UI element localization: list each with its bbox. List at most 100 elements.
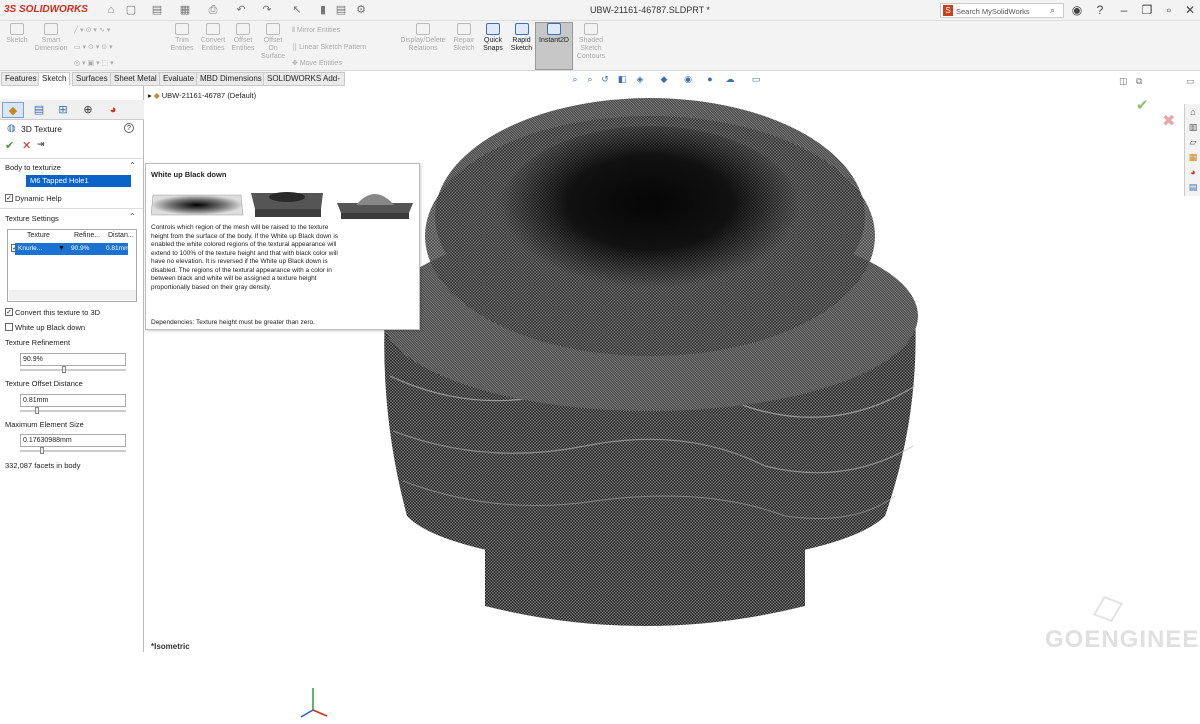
minimize-button[interactable]: –	[1117, 3, 1131, 17]
home-icon[interactable]: ⌂	[104, 3, 118, 17]
repair-sketch-button[interactable]: Repair Sketch	[450, 23, 478, 53]
view-settings-icon[interactable]: ▭	[751, 74, 761, 86]
print-icon[interactable]: ⎙	[206, 3, 220, 17]
configuration-manager-tab-icon[interactable]: ⊞	[52, 102, 74, 118]
offset-entities-button[interactable]: Offset Entities	[229, 23, 257, 53]
rectangle-tool-icon[interactable]: ▭ ▾ ⊙ ▾ ⊙ ▾	[74, 43, 113, 51]
view-pane-icon[interactable]: ◫	[1119, 76, 1128, 87]
previous-view-icon[interactable]: ↺	[600, 74, 610, 86]
redo-icon[interactable]: ↷	[260, 3, 274, 17]
zoom-area-icon[interactable]: ⌕	[585, 74, 595, 86]
horizontal-scrollbar[interactable]	[9, 290, 136, 300]
confirm-cancel-icon[interactable]: ✖	[1162, 111, 1175, 131]
max-element-size-slider[interactable]	[20, 447, 126, 454]
hide-show-icon[interactable]: ◉	[683, 74, 693, 86]
rebuild-icon[interactable]: ▮	[316, 3, 330, 17]
tooltip-body: Controls which region of the mesh will b…	[151, 224, 339, 291]
tab-sheet-metal[interactable]: Sheet Metal	[110, 72, 161, 86]
panel-close-icon[interactable]: ▭	[1186, 76, 1195, 87]
confirm-ok-icon[interactable]: ✔	[1136, 96, 1149, 114]
tab-evaluate[interactable]: Evaluate	[159, 72, 199, 86]
display-delete-relations-button[interactable]: Display/Delete Relations	[400, 23, 446, 53]
tab-addins[interactable]: SOLIDWORKS Add-Ins	[263, 72, 345, 95]
ok-icon[interactable]: ✔	[5, 139, 14, 152]
open-icon[interactable]: ▤	[150, 3, 164, 17]
white-up-black-down-checkbox[interactable]	[5, 323, 13, 331]
file-explorer-icon[interactable]: ▱	[1187, 136, 1199, 148]
slider-thumb[interactable]	[40, 447, 44, 454]
search-mysolidworks-input[interactable]: S Search MySolidWorks ⌕	[940, 3, 1064, 18]
slider-thumb[interactable]	[62, 366, 66, 373]
trim-label: Trim Entities	[170, 37, 194, 52]
save-icon[interactable]: ▦	[178, 3, 192, 17]
tab-sketch[interactable]: Sketch	[38, 72, 71, 86]
quick-snaps-icon	[486, 23, 500, 35]
texture-refinement-field[interactable]: 90.9%	[20, 353, 126, 366]
line-tool-icon[interactable]: ╱ ▾ ⊙ ▾ ∿ ▾	[74, 26, 110, 34]
table-row[interactable]: Knurle... ▼ 90.9% 0.81mm	[15, 243, 129, 255]
chevron-up-icon[interactable]: ⌃	[129, 212, 136, 221]
mirror-entities-button[interactable]: ⫴ Mirror Entities	[292, 27, 340, 35]
sketch-button[interactable]: Sketch	[4, 23, 30, 45]
shaded-sketch-contours-button[interactable]: Shaded Sketch Contours	[576, 23, 606, 61]
design-library-icon[interactable]: ▥	[1187, 121, 1199, 133]
max-element-size-field[interactable]: 0.17630988mm	[20, 434, 126, 447]
new-document-icon[interactable]: ▢	[124, 3, 138, 17]
offset-icon	[236, 23, 250, 35]
split-view-icon[interactable]: ⧉	[1136, 76, 1142, 87]
restore-button[interactable]: ❐	[1140, 3, 1154, 17]
offset-distance-slider[interactable]	[20, 407, 126, 414]
tooltip-title: White up Black down	[151, 170, 227, 179]
display-style-icon[interactable]: ◆	[659, 74, 669, 86]
apply-scene-icon[interactable]: ☁	[725, 74, 735, 86]
section-view-icon[interactable]: ◧	[617, 74, 627, 86]
cancel-icon[interactable]: ✕	[22, 139, 31, 152]
user-account-icon[interactable]: ◉	[1070, 3, 1084, 17]
body-selection-box[interactable]: M6 Tapped Hole1	[26, 175, 131, 187]
view-orientation-icon[interactable]: ◈	[635, 74, 645, 86]
property-manager-tab-icon[interactable]: ▤	[28, 102, 50, 118]
smart-dimension-button[interactable]: Smart Dimension	[32, 23, 70, 53]
select-icon[interactable]: ↖	[290, 3, 304, 17]
file-properties-icon[interactable]: ▤	[334, 3, 348, 17]
trim-entities-button[interactable]: Trim Entities	[168, 23, 196, 53]
display-manager-tab-icon[interactable]: ◕	[102, 102, 124, 118]
undo-icon[interactable]: ↶	[234, 3, 248, 17]
tab-surfaces[interactable]: Surfaces	[72, 72, 112, 86]
help-icon[interactable]: ?	[1093, 3, 1107, 17]
zoom-to-fit-icon[interactable]: ⌕	[570, 74, 580, 86]
options-gear-icon[interactable]: ⚙	[354, 3, 368, 17]
view-palette-icon[interactable]: ▦	[1187, 151, 1199, 163]
edit-appearance-icon[interactable]: ●	[705, 74, 715, 86]
offset-distance-field[interactable]: 0.81mm	[20, 394, 126, 407]
dynamic-help-checkbox[interactable]: ✓	[5, 194, 13, 202]
chevron-up-icon[interactable]: ⌃	[129, 161, 136, 170]
linear-pattern-button[interactable]: ⣿ Linear Sketch Pattern	[292, 43, 366, 51]
feature-manager-tab-icon[interactable]: ◆	[2, 102, 24, 118]
tile-button[interactable]: ▫	[1162, 3, 1176, 17]
quick-snaps-button[interactable]: Quick Snaps	[481, 23, 505, 53]
close-button[interactable]: ✕	[1183, 3, 1197, 17]
tab-features[interactable]: Features	[1, 72, 41, 86]
pin-icon[interactable]: ⇥	[37, 139, 45, 150]
convert-to-3d-checkbox[interactable]: ✓	[5, 308, 13, 316]
tab-mbd-dimensions[interactable]: MBD Dimensions	[196, 72, 266, 86]
property-manager-panel: ◆ ▤ ⊞ ⊕ ◕ ◍ 3D Texture ? ✔ ✕ ⇥ Body to t…	[0, 86, 144, 652]
move-entities-button[interactable]: ✥ Move Entities	[292, 59, 342, 67]
slider-thumb[interactable]	[35, 407, 39, 414]
convert-entities-button[interactable]: Convert Entities	[198, 23, 228, 53]
instant2d-icon	[547, 23, 561, 35]
appearances-icon[interactable]: ◕	[1187, 166, 1199, 178]
magnifier-icon[interactable]: ⌕	[1050, 5, 1055, 16]
dimxpert-tab-icon[interactable]: ⊕	[77, 102, 99, 118]
texture-swatch-icon: ▼	[58, 245, 65, 252]
offset-on-surface-button[interactable]: Offset On Surface	[259, 23, 287, 61]
rapid-sketch-button[interactable]: Rapid Sketch	[509, 23, 534, 53]
texture-refinement-slider[interactable]	[20, 366, 126, 373]
instant2d-button[interactable]: Instant2D	[535, 22, 573, 70]
custom-properties-icon[interactable]: ▤	[1187, 181, 1199, 193]
solidworks-resources-icon[interactable]: ⌂	[1187, 106, 1199, 118]
help-icon[interactable]: ?	[124, 123, 134, 133]
page-title: 3D Texture	[21, 124, 62, 134]
point-tool-icon[interactable]: ◎ ▾ ▣ ▾ ⬚ ▾	[74, 59, 114, 67]
